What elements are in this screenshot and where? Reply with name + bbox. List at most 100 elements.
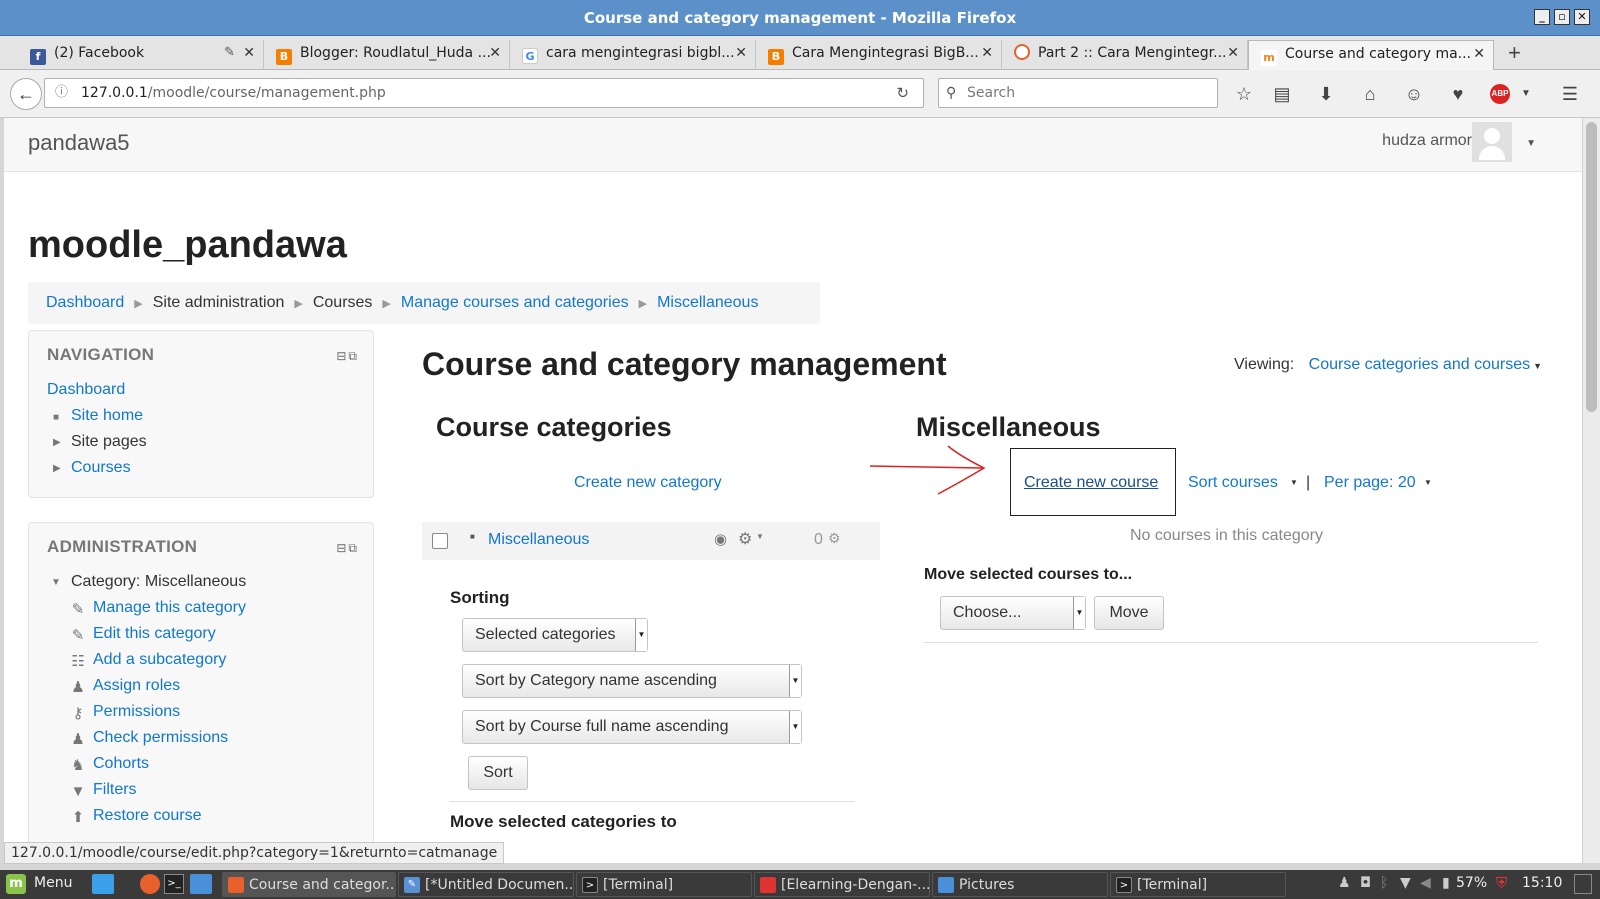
tab-part2[interactable]: Part 2 :: Cara Mengintegr... ✕ (1002, 40, 1248, 70)
task-pictures[interactable]: Pictures (932, 872, 1108, 897)
eye-icon[interactable]: ◉ (714, 530, 727, 548)
nav-site-home[interactable]: Site home (71, 407, 143, 425)
task-pdf[interactable]: [Elearning-Dengan-... (754, 872, 930, 897)
admin-restore-course[interactable]: Restore course (93, 807, 202, 825)
close-tab-icon[interactable]: ✕ (1473, 41, 1485, 67)
hamburger-menu-icon[interactable]: ☰ (1558, 82, 1582, 106)
chevron-down-icon[interactable]: ▼ (1533, 361, 1542, 371)
block-controls-icon[interactable]: ⊟⧉ (336, 349, 359, 364)
user-tray-icon[interactable]: ♟ (1338, 875, 1351, 891)
close-tab-icon[interactable]: ✕ (735, 40, 747, 66)
admin-permissions[interactable]: Permissions (93, 703, 180, 721)
admin-edit-category[interactable]: Edit this category (93, 625, 216, 643)
category-name-link[interactable]: Miscellaneous (488, 531, 589, 549)
close-window-button[interactable]: ✕ (1574, 9, 1590, 25)
collapse-arrow-icon[interactable]: ▼ (51, 577, 61, 588)
selected-categories-select[interactable]: Selected categories ▼ (462, 618, 648, 652)
site-brand[interactable]: pandawa5 (28, 130, 130, 156)
block-controls-icon[interactable]: ⊟⧉ (336, 541, 359, 556)
update-tray-icon[interactable]: ◘ (1360, 875, 1371, 891)
gear-icon[interactable]: ⚙ (738, 529, 752, 549)
create-course-link[interactable]: Create new course (1024, 474, 1158, 492)
chat-icon[interactable]: ☺ (1402, 82, 1426, 106)
create-category-link[interactable]: Create new category (574, 474, 722, 492)
avatar[interactable] (1472, 122, 1512, 162)
task-text-editor[interactable]: ✎ [*Untitled Documen... (398, 872, 574, 897)
per-page-link[interactable]: Per page: 20 (1324, 474, 1416, 492)
sort-course-select[interactable]: Sort by Course full name ascending ▼ (462, 710, 802, 744)
nav-courses[interactable]: Courses (71, 459, 131, 477)
admin-check-permissions[interactable]: Check permissions (93, 729, 228, 747)
close-tab-icon[interactable]: ✕ (489, 40, 501, 66)
url-bar[interactable]: ⓘ 127.0.0.1/moodle/course/management.php… (44, 78, 924, 108)
admin-add-subcategory[interactable]: Add a subcategory (93, 651, 226, 669)
sort-courses-link[interactable]: Sort courses (1188, 474, 1278, 492)
admin-assign-roles[interactable]: Assign roles (93, 677, 180, 695)
breadcrumb-miscellaneous[interactable]: Miscellaneous (657, 294, 758, 311)
tab-google-search[interactable]: Gcara mengintegrasi bigbl... ✕ (510, 40, 756, 70)
move-button[interactable]: Move (1094, 596, 1164, 630)
expand-arrow-icon[interactable]: ▶ (53, 437, 61, 448)
category-row[interactable]: ■ Miscellaneous ◉ ⚙ ▼ 0 ⚙ (422, 522, 880, 560)
tab-blogger[interactable]: B Blogger: Roudlatul_Huda ... ✕ (264, 40, 510, 70)
back-button[interactable]: ← (10, 78, 42, 110)
chevron-down-icon[interactable]: ▼ (1290, 478, 1298, 487)
adblock-menu-icon[interactable]: ▼ (1514, 82, 1538, 106)
tab-course-management[interactable]: m Course and category ma... ✕ (1248, 40, 1494, 70)
admin-filters[interactable]: Filters (93, 781, 137, 799)
mint-menu-icon[interactable]: m (6, 874, 26, 894)
bookmark-star-icon[interactable]: ☆ (1232, 82, 1256, 106)
menu-button[interactable]: Menu (34, 875, 72, 891)
page-scrollbar[interactable] (1582, 118, 1600, 863)
breadcrumb-courses[interactable]: Courses (313, 294, 373, 311)
nav-site-pages[interactable]: Site pages (71, 433, 147, 451)
chevron-down-icon[interactable]: ▼ (1526, 138, 1536, 149)
scrollbar-thumb[interactable] (1586, 122, 1597, 412)
bluetooth-icon[interactable]: ᛒ (1380, 875, 1388, 891)
breadcrumb-site-admin[interactable]: Site administration (153, 294, 285, 311)
shield-icon[interactable]: ⛨ (1496, 874, 1507, 892)
viewing-dropdown[interactable]: Course categories and courses (1309, 356, 1530, 373)
home-icon[interactable]: ⌂ (1358, 82, 1382, 106)
breadcrumb-dashboard[interactable]: Dashboard (46, 294, 124, 311)
task-firefox[interactable]: Course and categor... (222, 872, 396, 897)
user-name[interactable]: hudza armor (1382, 132, 1472, 150)
download-icon[interactable]: ⬇ (1314, 82, 1338, 106)
reading-list-icon[interactable]: ▤ (1270, 82, 1294, 106)
chevron-down-icon[interactable]: ▼ (756, 532, 764, 541)
sort-category-select[interactable]: Sort by Category name ascending ▼ (462, 664, 802, 698)
info-icon[interactable]: ⓘ (55, 79, 68, 107)
category-checkbox[interactable] (432, 533, 448, 549)
clock[interactable]: 15:10 (1522, 875, 1562, 891)
close-tab-icon[interactable]: ✕ (1227, 40, 1239, 66)
wifi-icon[interactable]: ▼ (1400, 875, 1411, 891)
adblock-icon[interactable]: ABP (1490, 84, 1510, 104)
workspace-switcher[interactable] (1574, 874, 1592, 894)
choose-category-select[interactable]: Choose... ▼ (940, 596, 1086, 630)
terminal-launcher-icon[interactable]: >_ (164, 874, 184, 894)
maximize-button[interactable]: ▫ (1554, 9, 1570, 25)
firefox-launcher-icon[interactable] (140, 874, 160, 894)
tab-facebook[interactable]: f (2) Facebook ✎ ✕ (18, 40, 264, 70)
close-tab-icon[interactable]: ✕ (981, 40, 993, 66)
search-input[interactable]: ⚲ Search (938, 78, 1218, 108)
admin-cohorts[interactable]: Cohorts (93, 755, 149, 773)
task-terminal-2[interactable]: > [Terminal] (1110, 872, 1286, 897)
expand-arrow-icon[interactable]: ▶ (53, 463, 61, 474)
mute-icon[interactable]: ✎ (224, 40, 235, 66)
tab-blogger-2[interactable]: B Cara Mengintegrasi BigB... ✕ (756, 40, 1002, 70)
battery-icon[interactable]: ▮ (1442, 875, 1450, 891)
minimize-button[interactable]: _ (1534, 9, 1550, 25)
chevron-down-icon[interactable]: ▼ (1424, 478, 1432, 487)
new-tab-button[interactable]: + (1508, 40, 1521, 66)
task-terminal[interactable]: > [Terminal] (576, 872, 752, 897)
nav-dashboard[interactable]: Dashboard (47, 381, 125, 399)
close-tab-icon[interactable]: ✕ (243, 40, 255, 66)
volume-icon[interactable]: ◀ (1420, 875, 1431, 891)
sort-button[interactable]: Sort (468, 756, 528, 790)
files-launcher-icon[interactable] (190, 874, 212, 894)
reload-icon[interactable]: ↻ (896, 79, 909, 107)
pocket-icon[interactable]: ♥ (1446, 82, 1470, 106)
breadcrumb-manage[interactable]: Manage courses and categories (401, 294, 629, 311)
show-desktop-icon[interactable] (92, 874, 114, 894)
